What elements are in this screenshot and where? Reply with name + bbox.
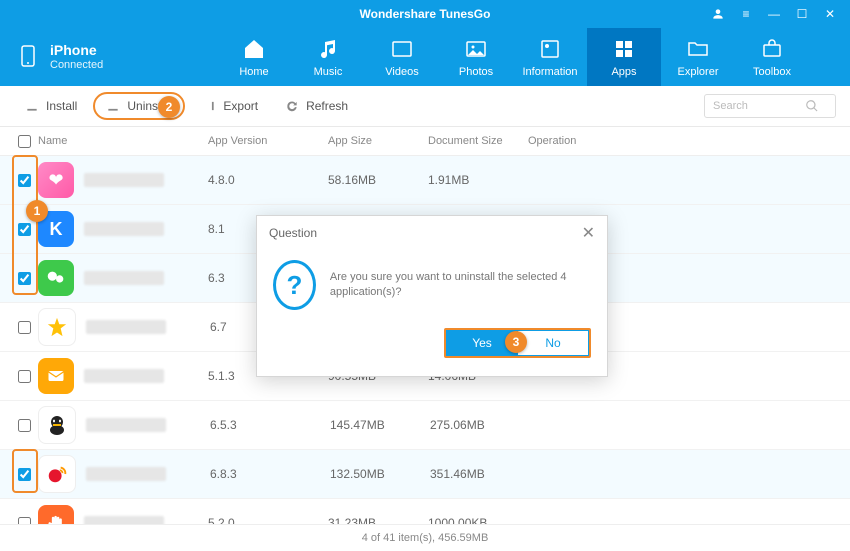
nav-home[interactable]: Home [217, 28, 291, 86]
row-checkbox[interactable] [18, 223, 31, 236]
maximize-button[interactable]: ☐ [794, 7, 810, 21]
device-name: iPhone [50, 42, 103, 59]
toolbar: Install Uninstall Export Refresh [0, 86, 850, 127]
videos-icon [389, 36, 415, 62]
uninstall-icon [105, 98, 121, 114]
table-row[interactable]: 6.8.3132.50MB351.46MB [0, 450, 850, 499]
nav-toolbox[interactable]: Toolbox [735, 28, 809, 86]
music-icon [315, 36, 341, 62]
apps-icon [611, 36, 637, 62]
app-name-cell [84, 173, 208, 187]
dialog-close-button[interactable]: ✕ [582, 223, 595, 243]
app-name-cell [84, 369, 208, 383]
nav-explorer[interactable]: Explorer [661, 28, 735, 86]
row-checkbox[interactable] [18, 468, 31, 481]
device-status: Connected [50, 59, 103, 72]
annotation-badge-1: 1 [26, 200, 48, 222]
dialog-message: Are you sure you want to uninstall the s… [330, 270, 591, 301]
header: iPhone Connected Home Music Videos Photo… [0, 28, 850, 86]
row-checkbox[interactable] [18, 174, 31, 187]
home-icon [241, 36, 267, 62]
app-name-cell [86, 418, 210, 432]
install-icon [24, 98, 40, 114]
window-controls: ≡ — ☐ ✕ [704, 0, 844, 28]
dialog-header: Question ✕ [257, 216, 607, 250]
close-button[interactable]: ✕ [822, 7, 838, 21]
install-button[interactable]: Install [14, 94, 87, 118]
app-version-cell: 6.8.3 [210, 467, 330, 481]
row-checkbox[interactable] [18, 419, 31, 432]
col-version[interactable]: App Version [208, 135, 328, 147]
nav-music[interactable]: Music [291, 28, 365, 86]
row-checkbox[interactable] [18, 321, 31, 334]
app-window: Wondershare TunesGo ≡ — ☐ ✕ iPhone Conne… [0, 0, 850, 551]
user-icon[interactable] [710, 7, 726, 21]
titlebar: Wondershare TunesGo ≡ — ☐ ✕ [0, 0, 850, 28]
col-name[interactable]: Name [38, 135, 208, 147]
annotation-badge-3: 3 [505, 331, 527, 353]
doc-size-cell: 275.06MB [430, 418, 530, 432]
app-name-cell [86, 467, 210, 481]
export-button[interactable]: Export [191, 94, 268, 118]
col-doc[interactable]: Document Size [428, 135, 528, 147]
search-icon [805, 99, 819, 113]
info-icon [537, 36, 563, 62]
app-name-cell [86, 320, 210, 334]
dialog-title: Question [269, 226, 317, 240]
minimize-button[interactable]: — [766, 7, 782, 21]
table-row[interactable]: ❤4.8.058.16MB1.91MB [0, 156, 850, 205]
app-size-cell: 145.47MB [330, 418, 430, 432]
annotation-badge-2: 2 [158, 96, 180, 118]
refresh-icon [284, 98, 300, 114]
dialog-button-group: Yes No 3 [444, 328, 591, 358]
col-operation[interactable]: Operation [528, 135, 628, 147]
app-size-cell: 132.50MB [330, 467, 430, 481]
table-row[interactable]: 6.5.3145.47MB275.06MB [0, 401, 850, 450]
toolbox-icon [759, 36, 785, 62]
confirm-dialog: Question ✕ ? Are you sure you want to un… [256, 215, 608, 377]
dialog-no-button[interactable]: No [517, 330, 589, 356]
menu-icon[interactable]: ≡ [738, 7, 754, 21]
search-box[interactable] [704, 94, 836, 118]
photos-icon [463, 36, 489, 62]
explorer-icon [685, 36, 711, 62]
doc-size-cell: 351.46MB [430, 467, 530, 481]
device-panel[interactable]: iPhone Connected [0, 28, 176, 86]
refresh-button[interactable]: Refresh [274, 94, 358, 118]
doc-size-cell: 1.91MB [428, 173, 528, 187]
app-name-cell [84, 222, 208, 236]
row-checkbox[interactable] [18, 272, 31, 285]
nav-information[interactable]: Information [513, 28, 587, 86]
question-icon: ? [273, 260, 316, 310]
app-version-cell: 4.8.0 [208, 173, 328, 187]
main-nav: Home Music Videos Photos Information App… [176, 28, 850, 86]
app-version-cell: 6.5.3 [210, 418, 330, 432]
search-input[interactable] [711, 99, 805, 113]
col-size[interactable]: App Size [328, 135, 428, 147]
app-name-cell [84, 271, 208, 285]
table-header: Name App Version App Size Document Size … [0, 127, 850, 156]
export-icon [201, 98, 217, 114]
nav-photos[interactable]: Photos [439, 28, 513, 86]
nav-videos[interactable]: Videos [365, 28, 439, 86]
select-all-checkbox[interactable] [18, 135, 31, 148]
phone-icon [16, 38, 40, 77]
nav-apps[interactable]: Apps [587, 28, 661, 86]
app-size-cell: 58.16MB [328, 173, 428, 187]
row-checkbox[interactable] [18, 370, 31, 383]
status-bar: 4 of 41 item(s), 456.59MB [0, 524, 850, 551]
